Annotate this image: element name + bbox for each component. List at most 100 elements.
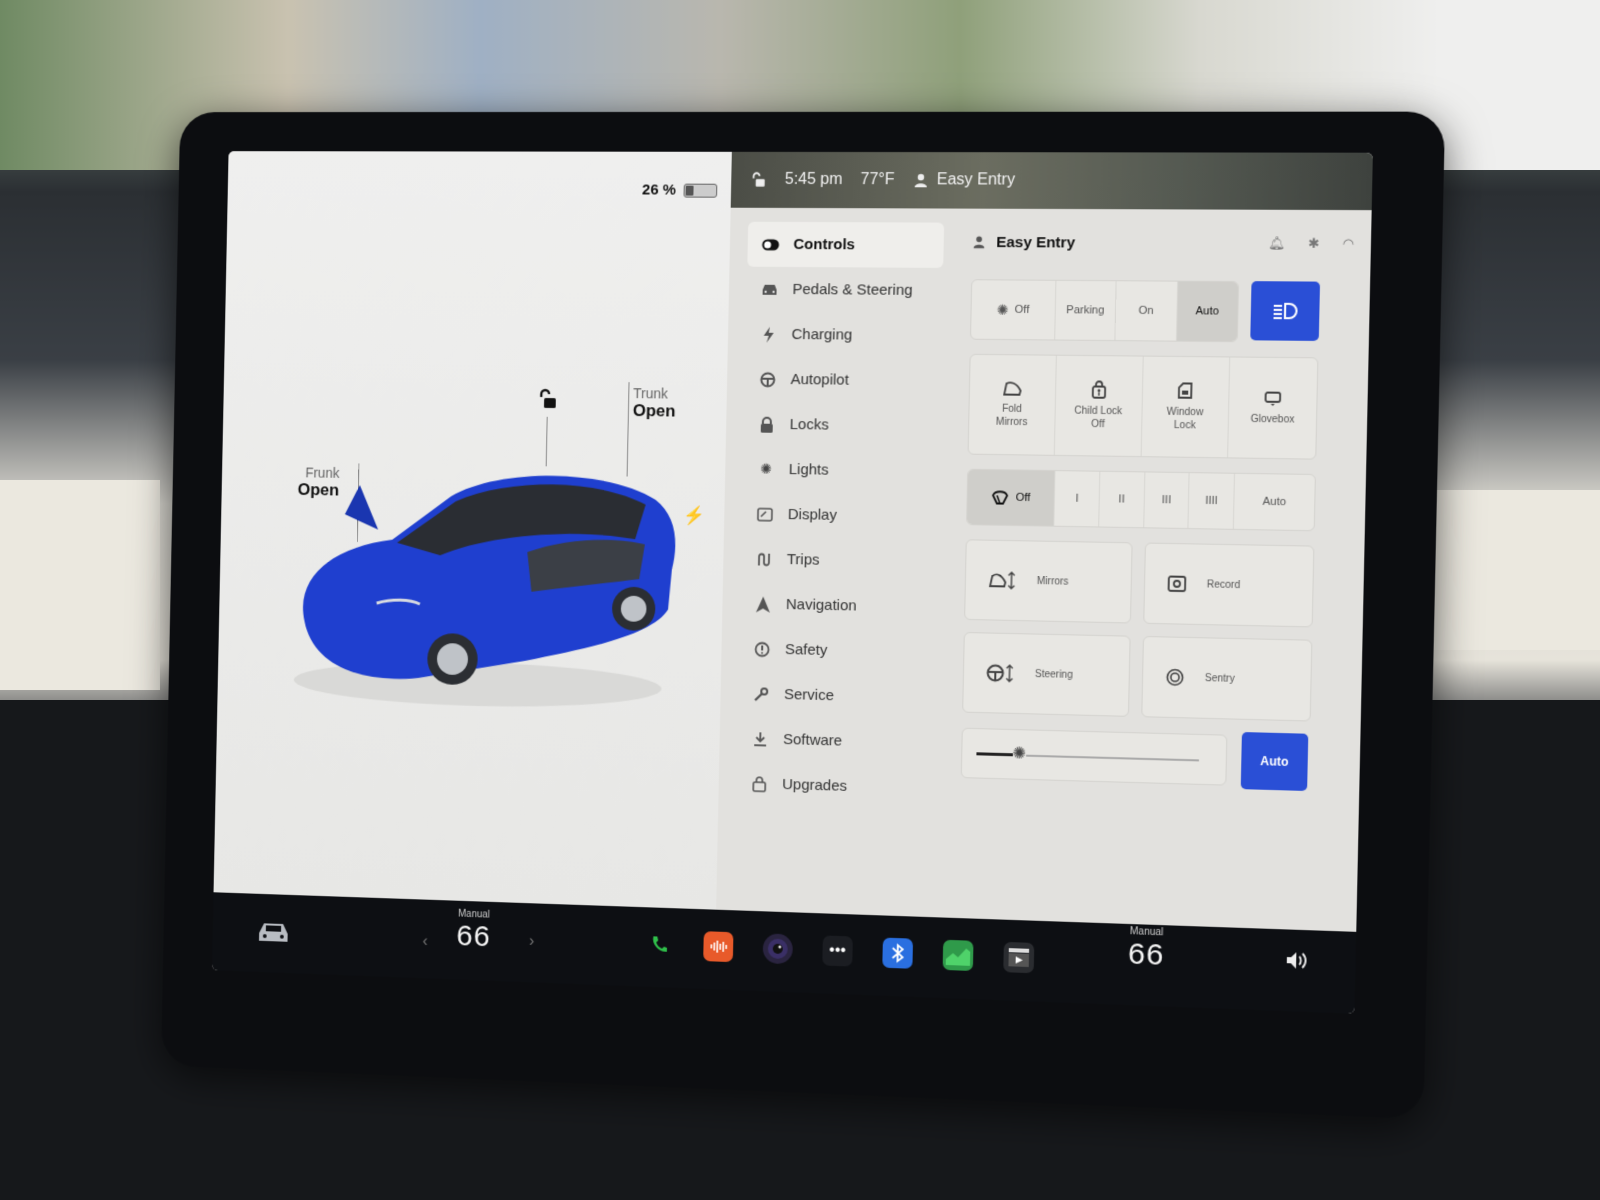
wipers-auto-button[interactable]: Auto [1234,474,1315,530]
wipers-speed-1-button[interactable]: I [1054,471,1101,527]
tile-label: Mirrors [995,416,1028,429]
window-lock-button[interactable]: Window Lock [1141,356,1231,458]
child-lock-icon [1090,380,1107,398]
controls-content: Easy Entry 🔔︎ ✱ ◠ ✺ Off Parking On Auto … [944,209,1372,932]
sidebar-item-charging[interactable]: Charging [745,312,942,359]
sidebar-item-service[interactable]: Service [738,671,935,721]
sentry-mode-button[interactable]: Sentry [1141,635,1313,722]
lights-option-label: Parking [1066,304,1105,317]
wipers-speed-4-button[interactable]: IIII [1188,473,1236,529]
energy-chart-icon[interactable] [942,939,974,972]
camera-icon[interactable] [762,933,794,965]
sidebar-item-pedals-steering[interactable]: Pedals & Steering [746,267,943,314]
wipers-speed-3-button[interactable]: III [1143,472,1191,529]
battery-percent: 26 % [641,181,676,199]
headlights-selector: ✺ Off Parking On Auto [969,279,1240,343]
steering-wheel-icon [759,370,777,388]
mirror-adjust-icon [988,570,1017,591]
download-icon [751,730,769,748]
glovebox-button[interactable]: Glovebox [1228,357,1317,458]
trunk-state: Open [632,401,676,421]
mirror-icon [1002,380,1023,396]
brightness-auto-button[interactable]: Auto [1240,732,1309,792]
wifi-icon[interactable]: ◠ [1342,236,1354,252]
brightness-sun-icon[interactable]: ✺ [1012,745,1027,764]
sentry-icon [1166,668,1185,687]
bell-icon[interactable]: 🔔︎ [1268,235,1285,251]
status-bar: 5:45 pm 77°F Easy Entry [730,151,1373,211]
sidebar-item-locks[interactable]: Locks [744,401,941,449]
sidebar-item-controls[interactable]: Controls [747,221,945,268]
sidebar-item-label: Display [787,506,838,524]
volume-icon[interactable] [1284,950,1309,976]
trunk-status[interactable]: Trunk Open [633,385,676,421]
temperature-value: 66 [1127,937,1165,972]
unlocked-icon[interactable] [535,387,559,411]
sidebar-item-navigation[interactable]: Navigation [740,581,937,630]
bluetooth-icon[interactable] [882,937,914,969]
mirrors-adjust-button[interactable]: Mirrors [964,539,1133,624]
trunk-label: Trunk [633,385,669,402]
child-lock-button[interactable]: Child Lock Off [1054,355,1144,457]
auto-high-beam-button[interactable] [1250,281,1321,341]
lights-off-button[interactable]: ✺ Off [970,280,1057,340]
sidebar-item-lights[interactable]: ✺ Lights [743,446,940,494]
sidebar-item-display[interactable]: Display [742,491,939,539]
sidebar-item-trips[interactable]: Trips [741,536,938,585]
sidebar-item-label: Trips [786,551,820,569]
sidebar-item-safety[interactable]: Safety [739,626,936,676]
steering-adjust-button[interactable]: Steering [962,631,1131,717]
wipers-off-button[interactable]: Off [967,469,1056,526]
phone-icon[interactable] [644,929,674,960]
card-label: Record [1206,578,1241,591]
wipers-speed-2-button[interactable]: II [1099,471,1146,528]
lights-option-label: On [1138,304,1154,318]
clock: 5:45 pm [784,170,843,189]
outside-temperature: 77°F [860,171,895,189]
lights-option-label: Auto [1195,305,1220,318]
sun-icon: ✺ [759,460,772,477]
audio-wave-icon[interactable] [703,931,734,963]
sidebar-item-software[interactable]: Software [737,716,934,766]
sidebar-item-label: Service [783,685,835,705]
lights-auto-button[interactable]: Auto [1176,281,1239,342]
theater-icon[interactable] [1003,941,1035,974]
driver-temperature[interactable]: Manual 66 [456,909,491,955]
sidebar-item-label: Lights [788,461,829,479]
card-label: Sentry [1204,672,1235,685]
wiper-speed-selector: Off I II III IIII Auto [966,468,1316,532]
unlocked-icon[interactable] [749,171,767,189]
profile-name: Easy Entry [936,171,1016,189]
car-icon[interactable] [256,919,291,951]
shopping-bag-icon [750,775,768,793]
battery-icon [683,183,718,198]
sidebar-item-label: Safety [784,641,828,660]
battery-fill [685,185,694,196]
profile-header[interactable]: Easy Entry [972,233,1075,251]
toggle-icon [761,235,780,253]
lights-parking-button[interactable]: Parking [1054,280,1117,341]
bluetooth-icon[interactable]: ✱ [1308,235,1320,251]
driver-temp-increase[interactable]: › [529,933,535,951]
wiper-option-label: Auto [1262,495,1287,509]
bolt-icon [760,325,778,343]
sidebar-item-upgrades[interactable]: Upgrades [736,761,933,812]
wiper-option-label: III [1161,494,1172,507]
driver-temp-decrease[interactable]: ‹ [422,933,427,951]
driver-profile-button[interactable]: Easy Entry [912,171,1015,189]
passenger-temperature[interactable]: Manual 66 [1128,926,1165,973]
temperature-value: 66 [456,919,492,954]
display-brightness-slider[interactable]: ✺ [960,727,1228,786]
person-icon [914,174,927,188]
dashcam-record-icon [1168,575,1187,592]
lock-icon [758,415,776,433]
fold-mirrors-button[interactable]: Fold Mirrors [968,354,1057,455]
more-dots-icon[interactable]: ••• [822,935,853,967]
card-label: Mirrors [1036,575,1069,588]
dashcam-record-button[interactable]: Record [1143,542,1315,628]
sidebar-item-label: Autopilot [790,371,850,389]
sidebar-item-autopilot[interactable]: Autopilot [744,357,941,404]
app-launcher: ••• [644,929,1035,974]
wiper-option-label: I [1075,492,1079,505]
lights-on-button[interactable]: On [1115,281,1178,341]
